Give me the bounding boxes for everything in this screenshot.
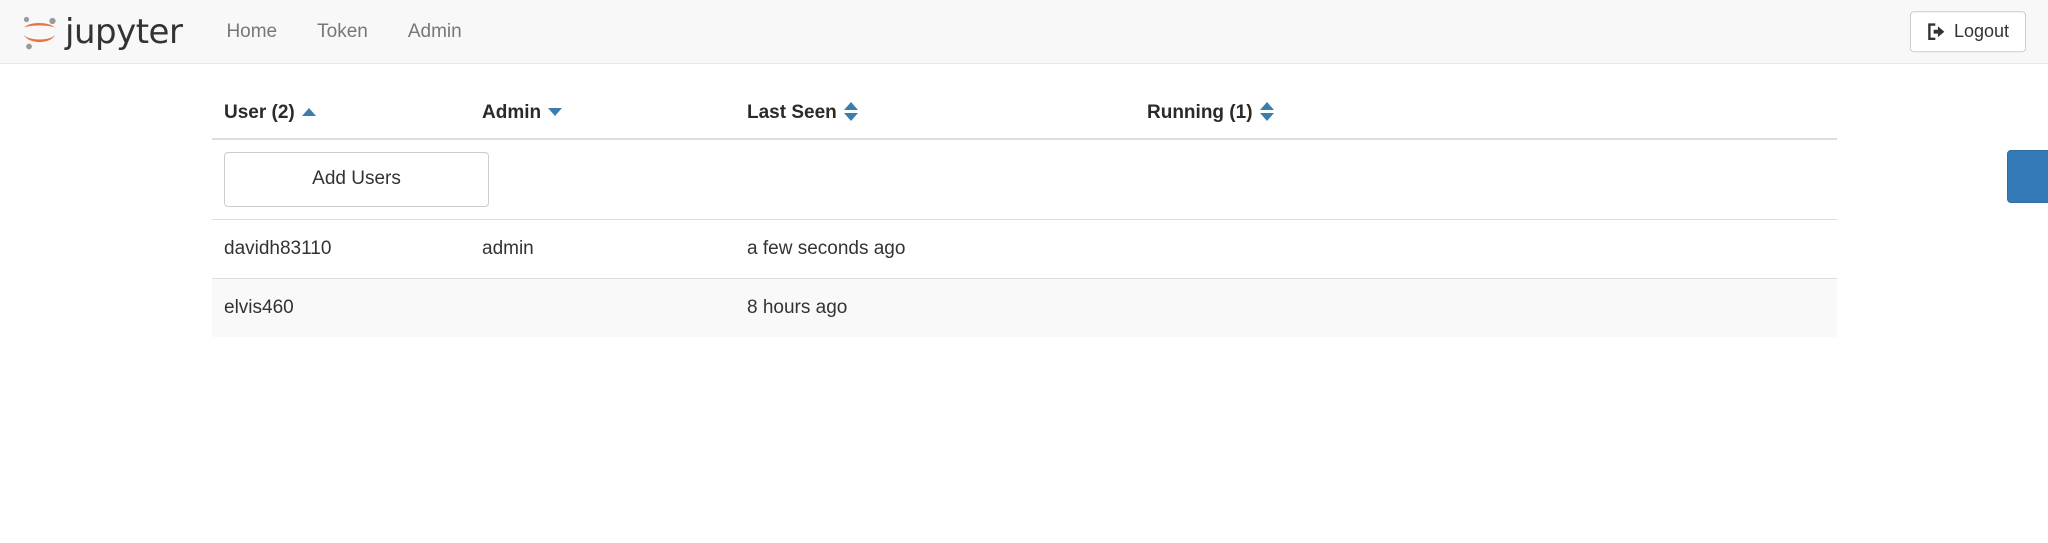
- column-header-running-label: Running (1): [1147, 102, 1253, 123]
- user-admin-cell: [482, 277, 747, 337]
- column-header-user[interactable]: User (2): [212, 88, 482, 140]
- admin-users-table: User (2) Admin Last Seen Running (1) Add…: [212, 88, 2048, 337]
- column-header-admin-label: Admin: [482, 102, 542, 123]
- add-users-cell: Add Users: [212, 138, 489, 220]
- table-row: davidh83110 admin a few seconds ago stop…: [212, 218, 1837, 279]
- table-header-row: User (2) Admin Last Seen Running (1): [212, 88, 1837, 140]
- nav-links: Home Token Admin: [206, 1, 481, 62]
- table-row: elvis460 8 hours ago start server edit d…: [212, 277, 1837, 337]
- column-header-user-label: User (2): [224, 102, 295, 123]
- nav-item-token[interactable]: Token: [297, 1, 388, 62]
- sort-both-icon[interactable]: [843, 102, 858, 122]
- sort-asc-icon[interactable]: [301, 107, 316, 116]
- column-header-last-seen-label: Last Seen: [747, 102, 837, 123]
- navbar: jupyter Home Token Admin Logout: [0, 0, 2048, 64]
- user-last-seen-cell: 8 hours ago: [747, 277, 1147, 337]
- main-content: User (2) Admin Last Seen Running (1) Add…: [0, 64, 2048, 337]
- bulk-actions-row: Add Users Start All Stop All Shutdown Hu…: [212, 138, 2048, 220]
- table-body: Add Users Start All Stop All Shutdown Hu…: [212, 138, 2048, 337]
- sort-both-icon[interactable]: [1259, 102, 1274, 122]
- user-name-cell: elvis460: [212, 277, 482, 337]
- sign-out-icon: [1927, 22, 1946, 41]
- logout-label: Logout: [1953, 20, 2009, 41]
- user-last-seen-cell: a few seconds ago: [747, 218, 1147, 279]
- table-head: User (2) Admin Last Seen Running (1): [212, 88, 1837, 140]
- logout-button[interactable]: Logout: [1909, 10, 2026, 53]
- column-header-admin[interactable]: Admin: [482, 88, 747, 140]
- navbar-right: Logout: [1909, 10, 2026, 53]
- bulk-last-seen-cell: [747, 138, 1147, 220]
- bulk-running-cell: Start All Stop All Shutdown Hub: [1147, 138, 2048, 220]
- brand-link[interactable]: jupyter: [18, 11, 183, 53]
- jupyter-logo-icon: [18, 11, 62, 53]
- column-header-last-seen[interactable]: Last Seen: [747, 88, 1147, 140]
- start-all-button[interactable]: Start All: [2007, 150, 2048, 203]
- user-admin-cell: admin: [482, 218, 747, 279]
- user-name-cell: davidh83110: [212, 218, 482, 279]
- sort-desc-icon[interactable]: [548, 107, 563, 116]
- column-header-running[interactable]: Running (1): [1147, 88, 1837, 140]
- nav-item-home[interactable]: Home: [206, 1, 297, 62]
- add-users-button[interactable]: Add Users: [224, 152, 489, 207]
- user-actions-cell: start server edit delete: [1147, 277, 1837, 337]
- user-actions-cell: stop server access server edit: [1147, 218, 1837, 279]
- brand-text: jupyter: [65, 11, 183, 52]
- bulk-admin-cell: [482, 138, 747, 220]
- nav-item-admin[interactable]: Admin: [388, 1, 482, 62]
